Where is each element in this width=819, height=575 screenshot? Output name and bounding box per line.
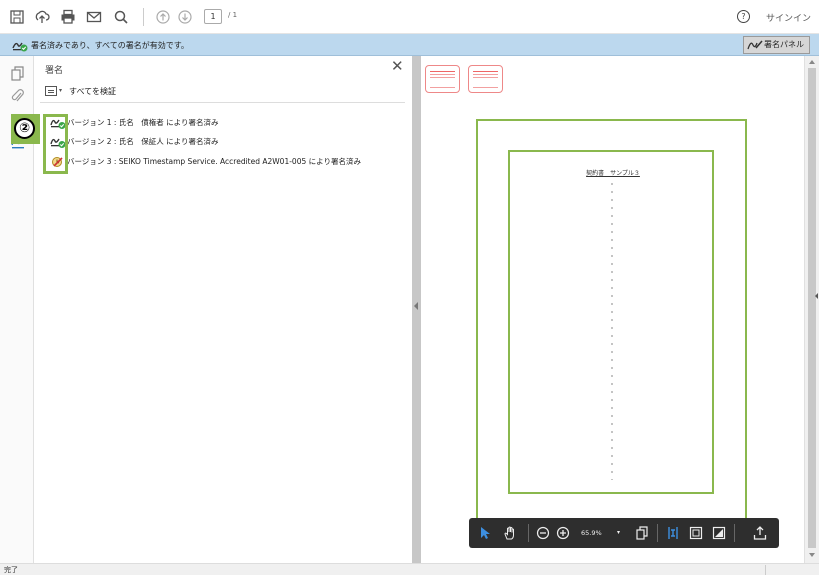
scroll-down-icon[interactable] bbox=[809, 553, 815, 557]
select-cursor-icon[interactable] bbox=[477, 525, 493, 541]
options-menu-icon[interactable] bbox=[45, 86, 57, 96]
page-display-icon[interactable] bbox=[634, 525, 650, 541]
status-divider bbox=[765, 565, 766, 575]
verify-all-label[interactable]: すべてを検証 bbox=[69, 86, 116, 97]
signin-link[interactable]: サインイン bbox=[766, 11, 811, 24]
page-thumbnails-icon[interactable] bbox=[11, 66, 25, 82]
floating-toolbar: 65.9% ▾ bbox=[469, 518, 779, 548]
zoom-out-icon[interactable] bbox=[535, 525, 551, 541]
status-text: 完了 bbox=[4, 566, 18, 574]
zoom-level-dropdown[interactable]: 65.9% ▾ bbox=[577, 526, 625, 540]
search-icon[interactable] bbox=[112, 8, 130, 26]
toolbar-divider bbox=[143, 8, 144, 26]
page-number-input[interactable]: 1 bbox=[204, 9, 222, 24]
callout-badge: ② bbox=[11, 114, 40, 144]
status-bar: 完了 bbox=[0, 563, 819, 575]
signature-panel-button[interactable]: 署名パネル bbox=[743, 36, 810, 54]
signature-status-text: 署名済みであり、すべての署名が有効です。 bbox=[31, 41, 189, 50]
toolbar-divider bbox=[734, 524, 735, 542]
page-up-icon[interactable] bbox=[154, 8, 172, 26]
signature-stamp-1[interactable] bbox=[425, 65, 460, 93]
zoom-in-icon[interactable] bbox=[555, 525, 571, 541]
signature-panel-button-label: 署名パネル bbox=[764, 40, 804, 49]
email-icon[interactable] bbox=[85, 8, 103, 26]
vertical-scrollbar[interactable] bbox=[804, 56, 819, 563]
toolbar-divider bbox=[528, 524, 529, 542]
right-panel-toggle-icon[interactable] bbox=[815, 293, 818, 299]
signature-panel-title: 署名 bbox=[45, 66, 64, 76]
full-screen-icon[interactable] bbox=[711, 525, 727, 541]
attachments-icon[interactable] bbox=[11, 88, 25, 104]
help-icon[interactable]: ? bbox=[737, 10, 750, 23]
signature-valid-icon bbox=[12, 42, 28, 52]
print-icon[interactable] bbox=[59, 8, 77, 26]
pane-splitter[interactable] bbox=[412, 56, 421, 563]
page-total: / 1 bbox=[228, 11, 238, 19]
share-upload-icon[interactable] bbox=[752, 525, 768, 541]
signature-status-banner: 署名済みであり、すべての署名が有効です。 署名パネル bbox=[0, 34, 819, 56]
document-heading: 契約書 サンプル３ bbox=[586, 170, 640, 177]
signature-stamp-2[interactable] bbox=[468, 65, 503, 93]
close-icon[interactable]: ✕ bbox=[391, 59, 404, 74]
signature-revision-label: バージョン 2 : 氏名 保証人 により署名済み bbox=[67, 137, 219, 146]
callout-highlight-box bbox=[43, 114, 68, 174]
scrollbar-thumb[interactable] bbox=[808, 68, 816, 548]
document-view: 契約書 サンプル３ bbox=[421, 56, 804, 563]
pen-signature-icon bbox=[747, 40, 763, 50]
main-toolbar: 1 / 1 ? サインイン bbox=[0, 0, 819, 34]
chevron-down-icon[interactable]: ▾ bbox=[59, 87, 62, 94]
document-page: 契約書 サンプル３ bbox=[508, 150, 714, 494]
panel-divider bbox=[40, 102, 405, 103]
dotted-line bbox=[611, 180, 613, 480]
signature-revision-label: バージョン 3 : SEIKO Timestamp Service. Accre… bbox=[67, 157, 361, 166]
signature-revision-label: バージョン 1 : 氏名 債権者 により署名済み bbox=[67, 118, 219, 127]
fit-page-icon[interactable] bbox=[665, 525, 681, 541]
upload-icon[interactable] bbox=[33, 8, 51, 26]
zoom-level-value: 65.9% bbox=[581, 529, 602, 537]
callout-number: ② bbox=[14, 118, 35, 139]
collapse-arrow-icon[interactable] bbox=[414, 302, 418, 310]
scroll-up-icon[interactable] bbox=[809, 60, 815, 64]
signature-panel: 署名 ✕ ▾ すべてを検証 › バージョン 1 : 氏名 債権者 により署名済み… bbox=[34, 56, 412, 563]
chevron-down-icon[interactable]: ▾ bbox=[617, 526, 620, 540]
toolbar-divider bbox=[657, 524, 658, 542]
fit-width-icon[interactable] bbox=[688, 525, 704, 541]
hand-tool-icon[interactable] bbox=[502, 525, 518, 541]
page-down-icon[interactable] bbox=[176, 8, 194, 26]
save-icon[interactable] bbox=[8, 8, 26, 26]
